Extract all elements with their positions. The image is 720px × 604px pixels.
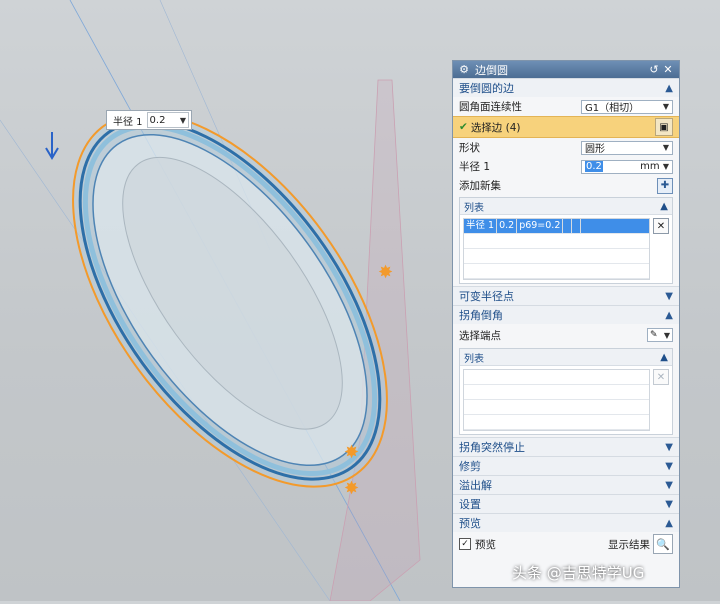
section-title: 修剪 [459,460,481,473]
chevron-down-icon[interactable]: ▼ [665,461,673,472]
shape-select[interactable]: 圆形 ▼ [581,140,673,155]
watermark: 头条 @吉思特学UG [512,564,645,582]
corner-list-header[interactable]: 列表 ▲ [460,349,672,366]
select-endpoint-row: 选择端点 ✎ ▼ [453,324,679,346]
chevron-up-icon[interactable]: ▲ [665,83,673,94]
edge-set-list-header[interactable]: 列表 ▲ [460,198,672,215]
delete-icon[interactable]: ✕ [653,218,669,234]
select-endpoint-label: 选择端点 [459,329,501,342]
point-select-icon: ✎ [650,330,658,340]
table-row[interactable]: 半径 1 0.2 p69=0.2 [464,219,649,234]
list-title: 列表 [464,202,484,214]
continuity-select[interactable]: G1（相切） ▼ [581,99,673,114]
chevron-down-icon[interactable]: ▼ [180,116,186,125]
shape-row: 形状 圆形 ▼ [453,138,679,157]
radius-row: 半径 1 0.2 mm ▼ [453,157,679,176]
chevron-up-icon[interactable]: ▲ [660,352,668,363]
reset-icon[interactable]: ↺ [647,63,661,76]
section-trim-header[interactable]: 修剪 ▼ [453,456,679,475]
close-icon[interactable]: ✕ [661,63,675,76]
table-row [464,264,649,279]
edge-handle-icon: ✸ [378,262,393,283]
shape-value: 圆形 [585,144,605,155]
cell-expression: p69=0.2 [517,219,564,233]
edge-handle-icon: ✸ [344,478,359,499]
add-set-label: 添加新集 [459,180,501,192]
section-overflow-header[interactable]: 溢出解 ▼ [453,475,679,494]
section-preview-header[interactable]: 预览 ▲ [453,513,679,532]
chevron-down-icon[interactable]: ▼ [665,442,673,453]
add-set-row: 添加新集 ✚ [453,176,679,195]
radius-popup-label: 半径 1 [113,116,143,128]
preview-checkbox-label: 预览 [475,538,496,551]
corner-list: 列表 ▲ ✕ [459,348,673,435]
delete-icon: ✕ [653,369,669,385]
table-row [464,415,649,430]
chevron-up-icon[interactable]: ▲ [665,518,673,529]
preview-row: ✓ 预览 显示结果 🔍 [453,532,679,556]
direction-arrow-icon [45,132,59,160]
radius-input[interactable]: 0.2 mm ▼ [581,159,673,174]
table-row [464,400,649,415]
select-edge-label: 选择边 (4) [470,121,521,134]
section-title: 拐角突然停止 [459,441,525,454]
dialog-titlebar[interactable]: ⚙ 边倒圆 ↺ ✕ [453,61,679,78]
section-title: 设置 [459,498,481,511]
checkmark-icon: ✔ [459,121,468,133]
section-corner-header[interactable]: 拐角倒角 ▲ [453,305,679,324]
edge-set-list: 列表 ▲ 半径 1 0.2 p69=0.2 ✕ [459,197,673,284]
table-row [464,370,649,385]
section-title: 可变半径点 [459,290,514,303]
gear-icon[interactable]: ⚙ [457,63,471,76]
shape-label: 形状 [459,142,480,154]
chevron-up-icon[interactable]: ▲ [660,201,668,212]
section-title: 溢出解 [459,479,492,492]
chevron-down-icon[interactable]: ▼ [665,291,673,302]
preview-checkbox[interactable]: ✓ [459,538,471,550]
chevron-up-icon[interactable]: ▲ [665,310,673,321]
endpoint-selector[interactable]: ✎ ▼ [647,328,673,342]
cell-name: 半径 1 [464,219,498,233]
radius-label: 半径 1 [459,161,491,173]
table-row [464,249,649,264]
chevron-down-icon: ▼ [663,330,670,340]
chevron-down-icon[interactable]: ▼ [665,499,673,510]
section-title: 拐角倒角 [459,309,503,322]
section-title: 预览 [459,517,481,530]
table-row [464,234,649,249]
section-settings-header[interactable]: 设置 ▼ [453,494,679,513]
dialog-title: 边倒圆 [475,63,508,77]
show-result-label: 显示结果 [608,538,650,551]
continuity-value: G1（相切） [585,103,640,114]
show-result-group: 显示结果 🔍 [608,534,673,554]
radius-unit: mm ▼ [640,161,669,172]
edge-blend-dialog: ⚙ 边倒圆 ↺ ✕ 要倒圆的边 ▲ 圆角面连续性 G1（相切） ▼ ✔ 选择边 … [452,60,680,588]
table-row [464,385,649,400]
radius-popup: 半径 1 0.2 ▼ [106,110,192,130]
cube-icon[interactable]: ▣ [655,118,673,136]
list-title: 列表 [464,353,484,365]
section-variable-radius-header[interactable]: 可变半径点 ▼ [453,286,679,305]
continuity-row: 圆角面连续性 G1（相切） ▼ [453,97,679,116]
chevron-down-icon: ▼ [662,102,669,111]
section-edges-header[interactable]: 要倒圆的边 ▲ [453,78,679,97]
section-corner-stop-header[interactable]: 拐角突然停止 ▼ [453,437,679,456]
edge-handle-icon: ✸ [344,442,359,463]
continuity-label: 圆角面连续性 [459,101,522,113]
section-edges-title: 要倒圆的边 [459,82,514,95]
add-set-button[interactable]: ✚ [657,177,673,194]
magnifier-icon[interactable]: 🔍 [653,534,673,554]
radius-popup-input[interactable]: 0.2 ▼ [146,112,189,128]
chevron-down-icon: ▼ [662,143,669,152]
cell-radius: 0.2 [497,219,518,233]
chevron-down-icon[interactable]: ▼ [665,480,673,491]
radius-popup-value: 0.2 [149,114,166,126]
radius-value: 0.2 [585,161,603,172]
select-edge-row[interactable]: ✔ 选择边 (4) ▣ [453,116,679,138]
